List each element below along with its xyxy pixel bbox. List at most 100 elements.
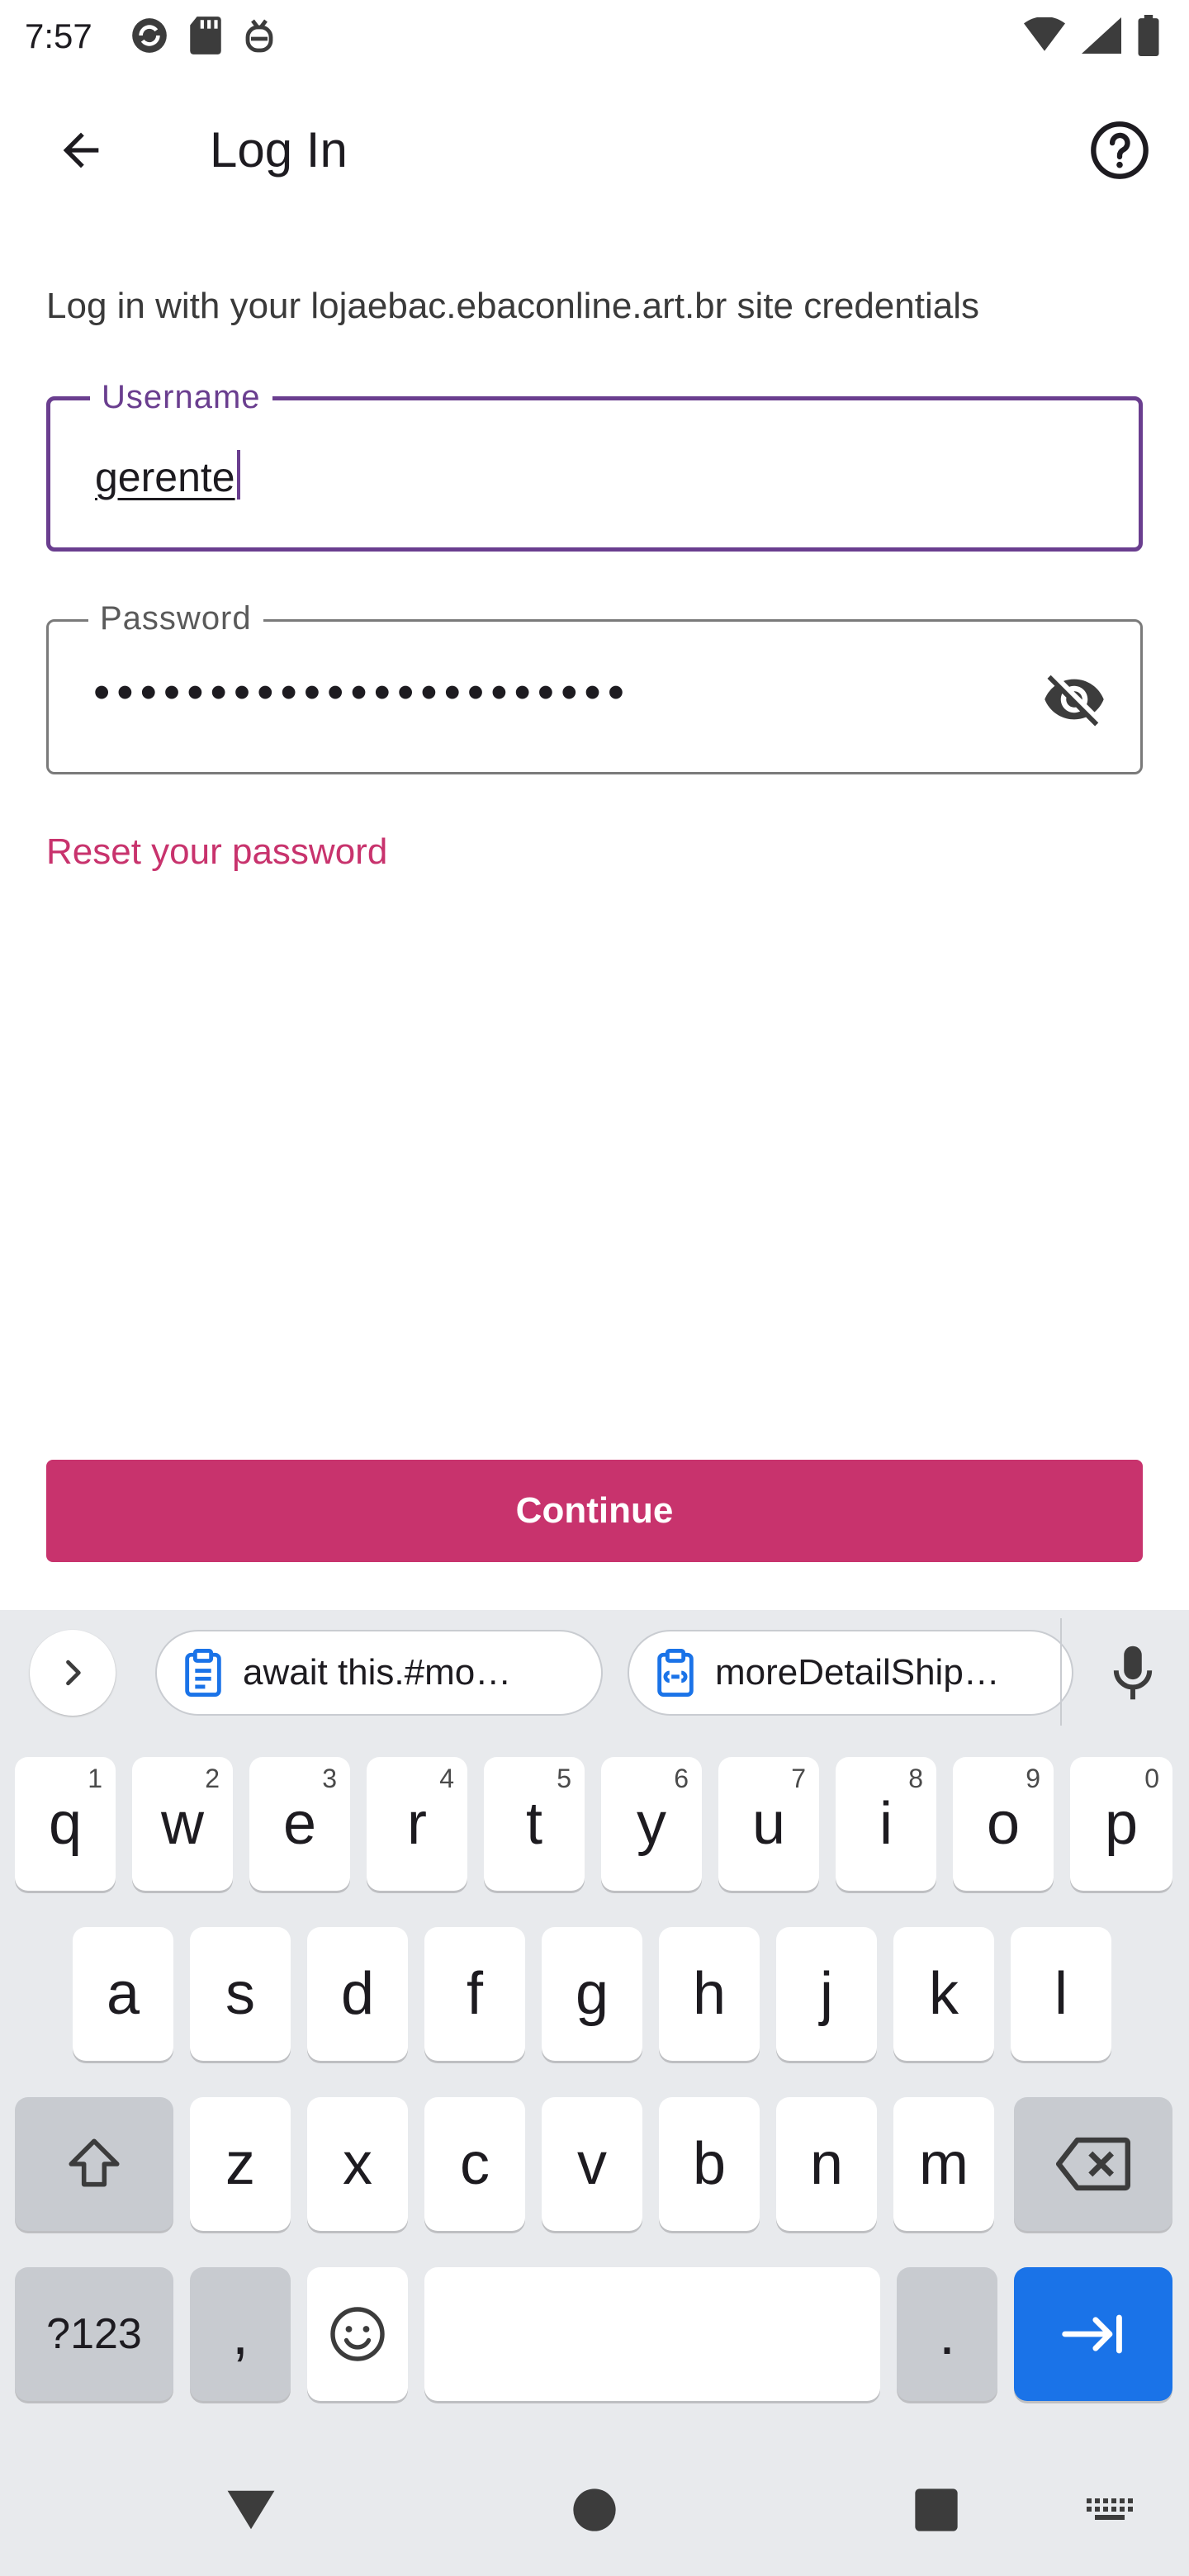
symbols-key[interactable]: ?123 [15, 2267, 173, 2401]
arrow-back-icon [63, 132, 99, 168]
period-key[interactable]: . [897, 2267, 997, 2401]
shift-key[interactable] [15, 2097, 173, 2231]
key-label: x [343, 2131, 372, 2197]
key-z[interactable]: z [190, 2097, 291, 2231]
key-hint: 5 [557, 1764, 571, 1793]
keyboard-icon [1087, 2498, 1133, 2520]
nav-back-icon [227, 2490, 275, 2530]
keyboard-expand-button[interactable] [30, 1630, 116, 1716]
key-k[interactable]: k [893, 1927, 994, 2061]
text-caret [236, 450, 240, 500]
visibility-off-icon [1045, 675, 1104, 727]
key-l[interactable]: l [1011, 1927, 1111, 2061]
key-b[interactable]: b [659, 2097, 760, 2231]
password-input[interactable]: ••••••••••••••••••••••• [93, 666, 631, 719]
key-label: s [225, 1961, 255, 2027]
key-label: g [575, 1961, 609, 2027]
nav-recents-icon [915, 2488, 958, 2531]
key-u[interactable]: u7 [718, 1757, 819, 1891]
password-field[interactable]: Password ••••••••••••••••••••••• [46, 597, 1143, 774]
key-r[interactable]: r4 [367, 1757, 467, 1891]
soft-keyboard: await this.#mo… moreDetailShip… q1 w2 e3… [0, 1610, 1189, 2576]
key-label: ?123 [46, 2310, 142, 2358]
shift-icon [69, 2138, 120, 2187]
suggestion-text: await this.#mo… [243, 1652, 512, 1693]
keyboard-suggestion-strip: await this.#mo… moreDetailShip… [0, 1610, 1189, 1742]
key-j[interactable]: j [776, 1927, 877, 2061]
key-hint: 4 [439, 1764, 454, 1793]
nav-home-button[interactable] [545, 2460, 644, 2559]
key-g[interactable]: g [542, 1927, 642, 2061]
wifi-icon [1024, 17, 1065, 51]
toggle-password-visibility-button[interactable] [1033, 658, 1116, 741]
backspace-key[interactable] [1014, 2097, 1172, 2231]
key-label: l [1054, 1961, 1068, 2027]
key-q[interactable]: q1 [15, 1757, 116, 1891]
system-navigation-bar [0, 2444, 1189, 2576]
key-v[interactable]: v [542, 2097, 642, 2231]
key-o[interactable]: o9 [953, 1757, 1054, 1891]
key-m[interactable]: m [893, 2097, 994, 2231]
key-label: y [637, 1791, 666, 1857]
clipboard-suggestion-chip[interactable]: await this.#mo… [155, 1630, 603, 1716]
key-f[interactable]: f [424, 1927, 525, 2061]
clipboard-link-suggestion-chip[interactable]: moreDetailShip… [628, 1630, 1073, 1716]
status-system-icons [1024, 15, 1159, 56]
key-a[interactable]: a [73, 1927, 173, 2061]
key-i[interactable]: i8 [836, 1757, 936, 1891]
key-e[interactable]: e3 [249, 1757, 350, 1891]
help-button[interactable] [1078, 109, 1161, 192]
username-field[interactable]: Username gerente [46, 376, 1143, 552]
key-w[interactable]: w2 [132, 1757, 233, 1891]
key-s[interactable]: s [190, 1927, 291, 2061]
debug-icon [245, 19, 273, 53]
key-h[interactable]: h [659, 1927, 760, 2061]
back-button[interactable] [40, 109, 122, 192]
nav-back-button[interactable] [201, 2460, 301, 2559]
key-hint: 8 [908, 1764, 923, 1793]
key-d[interactable]: d [307, 1927, 408, 2061]
key-label: h [692, 1961, 727, 2027]
key-label: w [161, 1791, 204, 1857]
username-input[interactable]: gerente [95, 454, 235, 500]
key-label: v [577, 2131, 607, 2197]
key-y[interactable]: y6 [601, 1757, 702, 1891]
key-label: d [340, 1961, 375, 2027]
page-title: Log In [210, 122, 348, 178]
login-instructions: Log in with your lojaebac.ebaconline.art… [46, 286, 979, 326]
continue-button[interactable]: Continue [46, 1460, 1143, 1562]
key-label: t [525, 1791, 542, 1857]
emoji-key[interactable] [307, 2267, 408, 2401]
key-label: . [938, 2301, 955, 2367]
key-label: e [282, 1791, 317, 1857]
comma-key[interactable]: , [190, 2267, 291, 2401]
clipboard-link-icon [657, 1649, 694, 1697]
key-c[interactable]: c [424, 2097, 525, 2231]
nav-recents-button[interactable] [887, 2460, 986, 2559]
reset-password-link[interactable]: Reset your password [46, 827, 387, 877]
voice-input-button[interactable] [1090, 1630, 1176, 1716]
next-field-key[interactable] [1014, 2267, 1172, 2401]
battery-icon [1138, 15, 1159, 56]
key-hint: 9 [1026, 1764, 1040, 1793]
emoji-icon [330, 2307, 385, 2361]
key-label: m [919, 2131, 969, 2197]
sync-app-icon [132, 18, 167, 53]
sd-card-icon [190, 17, 221, 54]
key-t[interactable]: t5 [484, 1757, 585, 1891]
key-label: z [225, 2131, 255, 2197]
tab-next-icon [1062, 2314, 1122, 2354]
key-label: b [692, 2131, 727, 2197]
status-notification-icons [129, 15, 277, 56]
key-label: u [751, 1791, 786, 1857]
suggestion-text: moreDetailShip… [715, 1652, 1000, 1693]
help-icon [1091, 121, 1149, 179]
key-label: i [879, 1791, 893, 1857]
key-p[interactable]: p0 [1070, 1757, 1172, 1891]
space-key[interactable] [424, 2267, 880, 2401]
key-n[interactable]: n [776, 2097, 877, 2231]
keyboard-switch-button[interactable] [1060, 2460, 1159, 2559]
key-label: q [48, 1791, 83, 1857]
chevron-right-icon [66, 1660, 81, 1686]
key-x[interactable]: x [307, 2097, 408, 2231]
